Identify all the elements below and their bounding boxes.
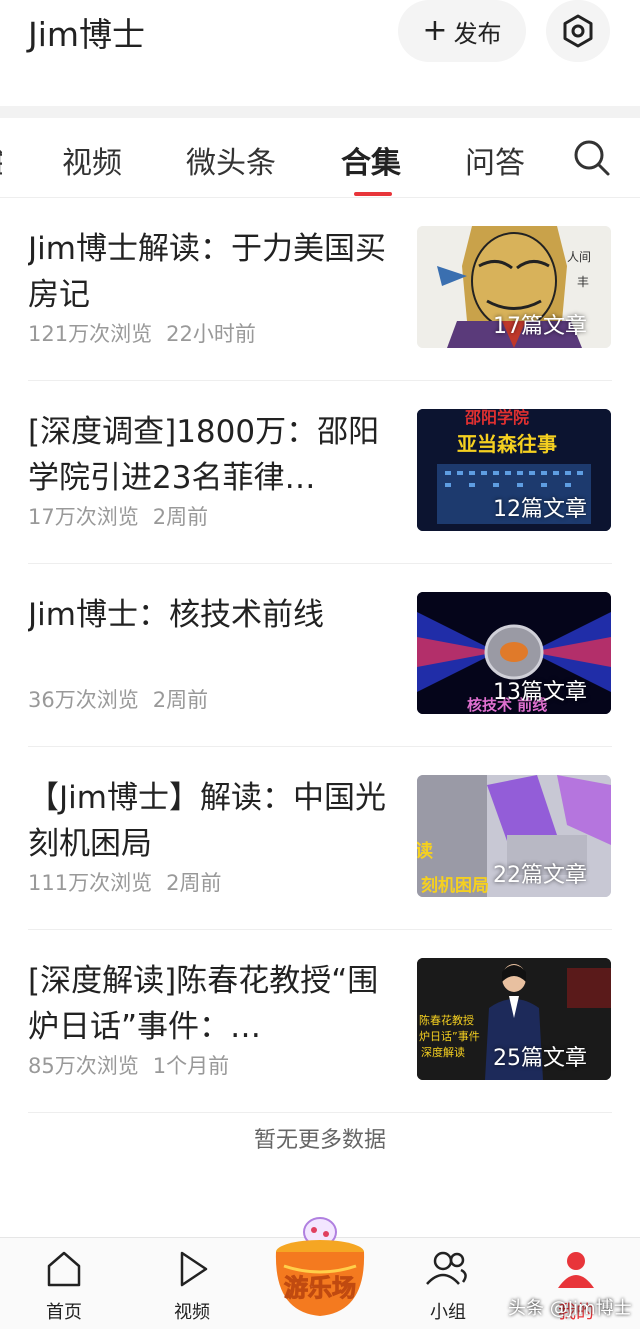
- header-divider: [0, 106, 640, 118]
- playground-label: 游乐场: [284, 1274, 356, 1302]
- settings-button[interactable]: [546, 0, 610, 62]
- tab-micro-headline[interactable]: 微头条: [186, 138, 276, 182]
- collection-title[interactable]: Jim博士：核技术前线: [28, 592, 398, 638]
- nav-video-label: 视频: [174, 1302, 210, 1323]
- publish-button[interactable]: + 发布: [398, 0, 526, 62]
- thumb-caption: 刻机困局: [421, 875, 489, 896]
- thumb-caption-left: 读: [417, 840, 433, 862]
- no-more-data-text: 暂无更多数据: [253, 1128, 386, 1153]
- view-count: 121万次浏览: [28, 322, 153, 346]
- nav-home-label: 首页: [46, 1302, 82, 1323]
- tab-collections[interactable]: 合集: [341, 138, 401, 182]
- plus-icon: +: [422, 13, 448, 48]
- collection-meta: 121万次浏览 22小时前: [28, 318, 256, 348]
- publish-label: 发布: [453, 19, 502, 48]
- playground-button[interactable]: 游乐场: [268, 1212, 372, 1324]
- tab-partial-hidden[interactable]: 主: [0, 138, 2, 182]
- collection-title[interactable]: 【Jim博士】解读：中国光刻机困局: [28, 775, 398, 867]
- collection-meta: 36万次浏览 2周前: [28, 684, 208, 714]
- thumb-caption-top: 邵阳学院: [464, 409, 529, 427]
- list-item[interactable]: [深度调查]1800万：邵阳学院引进23名菲律… 17万次浏览 2周前 邵阳学院 …: [0, 381, 640, 564]
- thumb-caption: 亚当森往事: [457, 432, 557, 456]
- page-title: Jim博士: [28, 15, 146, 54]
- collection-thumbnail[interactable]: 核技术 前线 13篇文章: [417, 592, 611, 714]
- collection-meta: 17万次浏览 2周前: [28, 501, 208, 531]
- active-tab-indicator: [354, 192, 392, 196]
- collection-meta: 85万次浏览 1个月前: [28, 1050, 229, 1080]
- thumb-caption-line1: 陈春花教授: [419, 1013, 474, 1027]
- post-time: 2周前: [152, 505, 209, 529]
- play-icon: [180, 1251, 208, 1287]
- post-time: 2周前: [152, 688, 209, 712]
- search-icon[interactable]: [570, 136, 612, 178]
- article-count: 12篇文章: [493, 497, 587, 522]
- article-count: 25篇文章: [493, 1046, 587, 1071]
- nav-group-label: 小组: [430, 1302, 466, 1323]
- collection-thumbnail[interactable]: 人间 丰 17篇文章: [417, 226, 611, 348]
- post-time: 1个月前: [152, 1054, 230, 1078]
- list-item[interactable]: Jim博士：核技术前线 36万次浏览 2周前 核技术 前线 13篇文章: [0, 564, 640, 747]
- tab-bar: 主 视频 微头条 合集 问答: [0, 118, 640, 198]
- list-item[interactable]: Jim博士解读：于力美国买房记 121万次浏览 22小时前 人间 丰 17篇文章: [0, 198, 640, 381]
- collection-title[interactable]: [深度解读]陈春花教授“围炉日话”事件：…: [28, 958, 398, 1050]
- treasure-pot-icon: 游乐场: [275, 1217, 365, 1316]
- tab-video[interactable]: 视频: [62, 138, 122, 182]
- collection-thumbnail[interactable]: 读 刻机困局 22篇文章: [417, 775, 611, 897]
- collection-thumbnail[interactable]: 邵阳学院 亚当森往事 12篇文章: [417, 409, 611, 531]
- collection-thumbnail[interactable]: 陈春花教授 炉日话”事件 深度解读 25篇文章: [417, 958, 611, 1080]
- thumb-caption-line2: 炉日话”事件: [419, 1030, 480, 1043]
- home-icon: [47, 1251, 81, 1287]
- post-time: 22小时前: [166, 322, 256, 346]
- view-count: 17万次浏览: [28, 505, 139, 529]
- user-icon: [558, 1252, 594, 1288]
- svg-text:人间: 人间: [567, 250, 591, 264]
- nav-home[interactable]: 首页: [24, 1248, 104, 1324]
- thumb-caption-line3: 深度解读: [421, 1045, 465, 1059]
- nav-group[interactable]: 小组: [408, 1248, 488, 1324]
- item-divider: [28, 1112, 612, 1113]
- collection-meta: 111万次浏览 2周前: [28, 867, 221, 897]
- post-time: 2周前: [166, 871, 222, 895]
- article-count: 13篇文章: [493, 680, 587, 705]
- header: Jim博士 + 发布: [0, 0, 640, 106]
- collection-title[interactable]: [深度调查]1800万：邵阳学院引进23名菲律…: [28, 409, 398, 501]
- article-count: 22篇文章: [493, 863, 587, 888]
- view-count: 36万次浏览: [28, 688, 139, 712]
- view-count: 85万次浏览: [28, 1054, 139, 1078]
- nav-video[interactable]: 视频: [152, 1248, 232, 1324]
- tab-qa[interactable]: 问答: [465, 138, 525, 182]
- watermark: 头条 @Jim博士: [508, 1298, 632, 1319]
- list-item[interactable]: [深度解读]陈春花教授“围炉日话”事件：… 85万次浏览 1个月前 陈春花教授 炉…: [0, 930, 640, 1113]
- view-count: 111万次浏览: [28, 871, 153, 895]
- collection-title[interactable]: Jim博士解读：于力美国买房记: [28, 226, 398, 318]
- article-count: 17篇文章: [493, 314, 587, 339]
- svg-text:丰: 丰: [577, 275, 589, 289]
- list-item[interactable]: 【Jim博士】解读：中国光刻机困局 111万次浏览 2周前 读 刻机困局 22篇文…: [0, 747, 640, 930]
- group-icon: [426, 1251, 467, 1285]
- gear-icon: [563, 14, 593, 48]
